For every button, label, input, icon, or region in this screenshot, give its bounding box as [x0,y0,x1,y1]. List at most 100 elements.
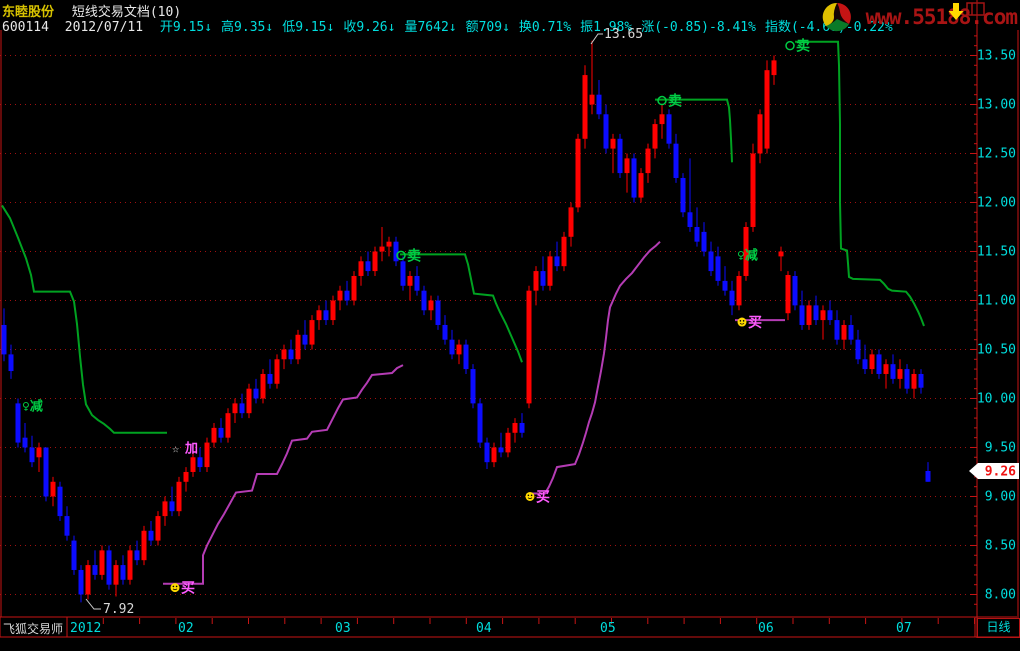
candle-body [813,305,819,321]
candle-body [533,271,539,291]
candle-body [232,403,238,414]
month-label: 05 [600,621,616,636]
candlestick-chart[interactable]: 13.50 13.00 12.50 12.00 11.50 11.00 10.50 10.00… [0,0,1020,651]
smiley-eye [175,585,178,588]
candle-body [659,114,665,125]
candle-body [253,388,259,399]
candle-body [316,310,322,321]
window-icon[interactable] [966,2,985,16]
candle-body [841,324,847,340]
candle-body [694,226,700,242]
candle-body [778,251,784,257]
candle-body [99,550,105,575]
candle-body [757,114,763,154]
candle-body [624,158,630,174]
candle-body [134,550,140,561]
candle-body [498,447,504,453]
candle-body [428,300,434,311]
candle-body [806,305,812,325]
candle-body [876,354,882,374]
candle-body [477,403,483,443]
candle-body [869,354,875,370]
candle-body [330,300,336,321]
candle-body [1,324,7,355]
candle-body [274,359,280,384]
candle-body [64,516,70,536]
price-label: 13.50 [977,48,1016,63]
candle-body [526,290,532,404]
candle-body [57,486,63,517]
candle-body [603,114,609,149]
candle-body [106,550,112,585]
candle-body [435,300,441,325]
candle-body [176,481,182,512]
candle-body [22,437,28,448]
candle-body [519,422,525,433]
candle-body [372,251,378,272]
candle-body [715,256,721,281]
candle-body [281,349,287,360]
candle-body [267,373,273,384]
candle-body [92,565,98,575]
candle-body [708,251,714,272]
candle-body [561,236,567,267]
smiley-eye [530,494,533,497]
candle-body [785,275,791,314]
price-label: 12.50 [977,146,1016,161]
candle-body [911,373,917,389]
candle-body [834,320,840,340]
candle-body [568,207,574,237]
sell-signal-label: 卖 [796,38,810,55]
candle-body [246,388,252,414]
candle-body [43,447,49,497]
candle-body [652,124,658,149]
candle-body [225,413,231,438]
price-label: 11.50 [977,244,1016,259]
candle-body [414,275,420,291]
candle-body [113,565,119,585]
candle-body [148,530,154,541]
candle-body [449,339,455,355]
candle-body [190,457,196,472]
candle-body [309,320,315,345]
candle-body [792,275,798,306]
candle-body [701,231,707,252]
sell-signal-icon [785,40,795,51]
buy-stop-line [163,364,404,585]
reduce-signal-label: ♀减 [737,247,758,263]
sell-signal-label: 卖 [668,93,682,110]
buy-smiley-icon [525,491,535,501]
month-label: 06 [758,621,774,636]
candle-body [8,354,14,372]
candle-body [456,344,462,355]
period-selector[interactable]: 日线 [977,618,1020,638]
candle-body [890,364,896,379]
candle-body [120,565,126,580]
candle-body [463,344,469,370]
month-label: 2012 [70,621,101,636]
candle-body [883,364,889,374]
candle-body [736,275,742,306]
buy-signal-label: 买 [536,489,550,505]
candle-body [617,138,623,174]
candle-body [827,310,833,321]
buy-signal-label: 买 [181,581,195,597]
candle-body [729,290,735,306]
price-label: 12.00 [977,195,1016,210]
candle-body [407,275,413,286]
candle-body [386,241,392,247]
candle-body [288,349,294,360]
candle-body [512,422,518,433]
candle-body [645,148,651,174]
candle-body [750,153,756,227]
candle-body [36,447,42,458]
candle-body [589,94,595,105]
candle-body [673,143,679,178]
candle-body [918,373,924,388]
candle-body [337,290,343,301]
candle-body [295,334,301,360]
candle-body [484,442,490,463]
candle-body [141,530,147,561]
download-arrow-icon[interactable] [948,3,964,20]
candle-body [799,305,805,325]
